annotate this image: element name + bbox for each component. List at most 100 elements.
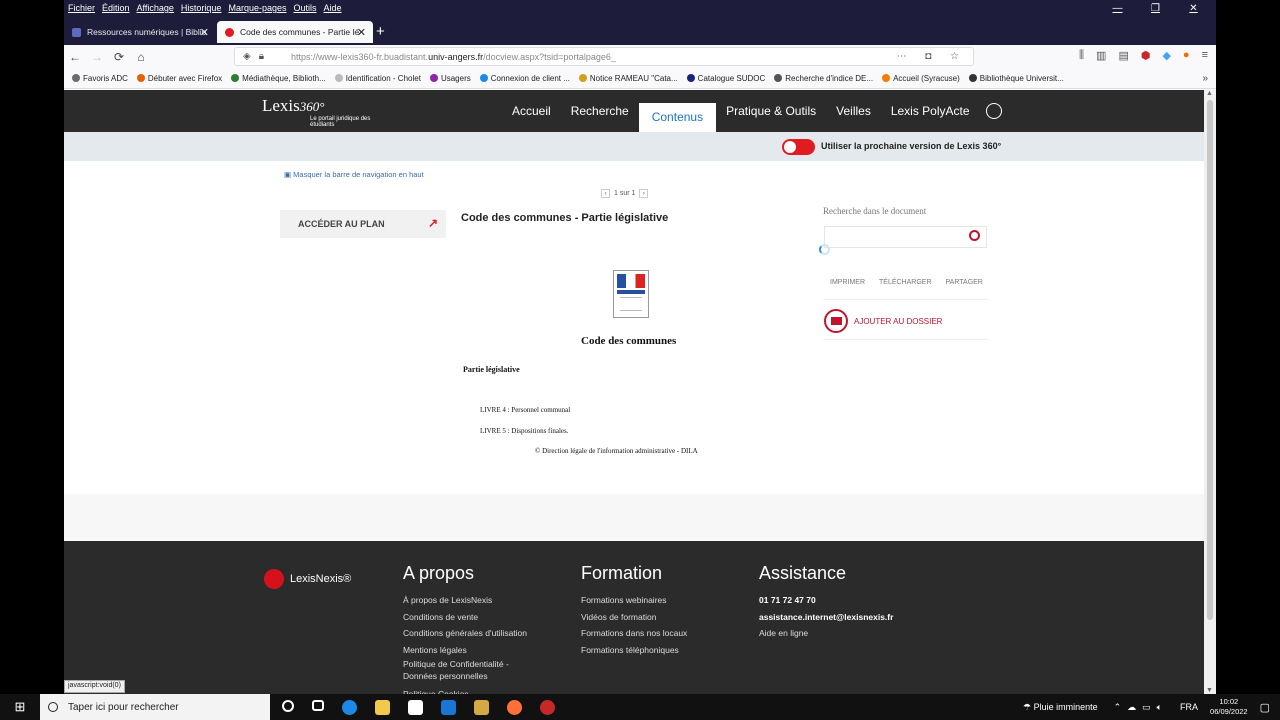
extension-icon[interactable]: ⬢ <box>1141 49 1151 62</box>
bookmarks-overflow-icon[interactable]: » <box>1202 73 1208 84</box>
footer-link[interactable]: Formations dans nos locaux <box>581 625 687 642</box>
footer-link[interactable]: Aide en ligne <box>759 625 893 642</box>
cortana-icon[interactable] <box>282 699 294 712</box>
bookmark-item[interactable]: Médiathèque, Biblioth... <box>231 74 326 83</box>
plan-button[interactable]: ACCÉDER AU PLAN ↗ <box>280 210 446 238</box>
next-page-icon[interactable]: › <box>639 189 649 198</box>
extension2-icon[interactable]: ◆ <box>1162 49 1170 62</box>
print-button[interactable]: IMPRIMER <box>830 279 865 286</box>
brand-label: LexisNexis® <box>290 573 352 585</box>
bookmark-item[interactable]: Identification - Cholet <box>334 74 421 83</box>
menu-historique[interactable]: Historique <box>181 3 222 13</box>
menu-fichier[interactable]: Fichier <box>68 3 95 13</box>
extension3-icon[interactable]: ● <box>1183 49 1190 62</box>
firefox-icon[interactable] <box>507 699 522 715</box>
bookmark-item[interactable]: Connexion de client ... <box>479 74 570 83</box>
footer-link[interactable]: 01 71 72 47 70 <box>759 592 893 609</box>
nav-accueil[interactable]: Accueil <box>502 90 561 132</box>
tray-icons[interactable]: ⌃☁▭🔈︎ <box>1114 702 1168 713</box>
language-indicator[interactable]: FRA <box>1180 702 1198 712</box>
user-icon[interactable] <box>985 103 1002 119</box>
footer-link[interactable]: assistance.internet@lexisnexis.fr <box>759 609 893 626</box>
windows-start-icon[interactable]: ⊞ <box>0 699 40 715</box>
download-button[interactable]: TÉLÉCHARGER <box>879 279 932 286</box>
footer-link[interactable]: Formations téléphoniques <box>581 642 687 659</box>
document-title: Code des communes - Partie législative <box>461 212 669 224</box>
footer-link[interactable]: Politique Cookies <box>403 686 533 694</box>
version-toggle[interactable] <box>782 139 815 155</box>
bookmark-item[interactable]: Bibliothèque Universit... <box>968 74 1064 83</box>
bookmark-item[interactable]: Accueil (Syracuse) <box>882 74 960 83</box>
lexis360-logo[interactable]: Lexis360° Le portail juridique des étudi… <box>262 96 370 128</box>
livre-5-link[interactable]: LIVRE 5 : Dispositions finales. <box>480 427 568 435</box>
add-to-folder-button[interactable]: AJOUTER AU DOSSIER <box>824 309 942 333</box>
nav-pratique[interactable]: Pratique & Outils <box>716 90 826 132</box>
footer-link[interactable]: Mentions légales <box>403 642 533 659</box>
mail-icon[interactable] <box>441 699 456 715</box>
prev-page-icon[interactable]: ‹ <box>601 189 610 198</box>
livre-4-link[interactable]: LIVRE 4 : Personnel communal <box>480 406 570 414</box>
menu-aide[interactable]: Aide <box>324 3 342 13</box>
nav-polyacte[interactable]: Lexis PolyActe <box>881 90 980 132</box>
app-icon[interactable] <box>540 699 555 715</box>
nav-veilles[interactable]: Veilles <box>826 90 881 132</box>
version-bar: Utiliser la prochaine version de Lexis 3… <box>64 132 1204 161</box>
clock[interactable]: 10:02 06/09/2022 <box>1210 697 1248 717</box>
reload-button[interactable]: ⟳ <box>108 50 130 64</box>
page-scrollbar[interactable]: ▲ ▼ <box>1204 90 1216 694</box>
taskbar-search[interactable]: Taper ici pour rechercher <box>40 694 270 720</box>
bookmarks-bar: Favoris ADC Débuter avec Firefox Médiathèq… <box>64 68 1216 89</box>
explorer-icon[interactable] <box>375 699 390 715</box>
nav-recherche[interactable]: Recherche <box>561 90 639 132</box>
hide-nav-link[interactable]: ▣ Masquer la barre de navigation en haut <box>284 170 424 179</box>
nav-contenus[interactable]: Contenus <box>638 103 717 132</box>
bookmark-item[interactable]: Usagers <box>429 73 471 83</box>
close-tab-icon[interactable]: ✕ <box>357 26 366 39</box>
search-icon[interactable] <box>969 230 980 241</box>
close-tab-icon[interactable]: ✕ <box>200 26 209 39</box>
folder-icon[interactable] <box>474 699 489 715</box>
home-button[interactable]: ⌂ <box>130 50 152 64</box>
scroll-thumb[interactable] <box>1207 100 1213 620</box>
bookmark-item[interactable]: Notice RAMEAU "Cata... <box>578 74 678 83</box>
footer-link[interactable]: À propos de LexisNexis <box>403 592 533 609</box>
site-header: Lexis360° Le portail juridique des étudi… <box>64 90 1204 132</box>
back-button[interactable]: ← <box>64 50 86 64</box>
store-icon[interactable] <box>408 699 423 715</box>
scroll-up-icon[interactable]: ▲ <box>1206 90 1213 97</box>
bookmark-label: Médiathèque, Biblioth... <box>242 73 326 83</box>
menu-icon[interactable]: ≡ <box>1202 49 1208 62</box>
page-actions-icon[interactable]: ⋯ ◘ ☆ <box>896 51 967 62</box>
bookmark-label: Usagers <box>440 73 471 83</box>
forward-button[interactable]: → <box>86 50 108 64</box>
new-tab-button[interactable]: + <box>376 23 385 40</box>
bookmark-item[interactable]: Recherche d'indice DE... <box>774 74 873 83</box>
url-bar[interactable]: ◈🔒︎ https://www-lexis360-fr.buadistant. u… <box>234 47 974 66</box>
footer-link[interactable]: Conditions générales d'utilisation <box>403 625 533 642</box>
reader-icon[interactable]: ▤ <box>1118 49 1128 62</box>
tab-code-communes[interactable]: Code des communes - Partie lé ✕ <box>217 21 373 43</box>
menu-affichage[interactable]: Affichage <box>137 3 174 13</box>
lexisnexis-logo[interactable]: LexisNexis® <box>264 569 351 589</box>
weather-widget[interactable]: ☂ Pluie imminente <box>1023 702 1098 713</box>
tab-ressources[interactable]: Ressources numériques | Biblio ✕ <box>64 21 216 43</box>
scroll-down-icon[interactable]: ▼ <box>1206 687 1213 694</box>
taskbar-search-placeholder: Taper ici pour rechercher <box>68 701 179 713</box>
footer-link[interactable]: Conditions de vente <box>403 609 533 626</box>
bookmark-item[interactable]: Favoris ADC <box>72 74 128 83</box>
edge-icon[interactable] <box>342 699 357 715</box>
footer-link[interactable]: Formations webinaires <box>581 592 687 609</box>
bookmark-item[interactable]: Débuter avec Firefox <box>136 74 222 83</box>
footer-link[interactable]: Vidéos de formation <box>581 609 687 626</box>
menu-marque-pages[interactable]: Marque-pages <box>228 3 286 13</box>
notifications-icon[interactable]: ▢ <box>1260 701 1270 714</box>
sidebar-icon[interactable]: ▥ <box>1096 49 1106 62</box>
menu-edition[interactable]: Édition <box>102 3 130 13</box>
library-icon[interactable]: ⫼ <box>1079 49 1084 62</box>
task-view-icon[interactable] <box>312 699 324 711</box>
footer-link[interactable]: Politique de Confidentialité - Données p… <box>403 658 533 682</box>
document-search-input[interactable] <box>824 226 987 248</box>
share-button[interactable]: PARTAGER <box>946 279 983 286</box>
menu-outils[interactable]: Outils <box>294 3 317 13</box>
bookmark-item[interactable]: Catalogue SUDOC <box>686 74 765 83</box>
